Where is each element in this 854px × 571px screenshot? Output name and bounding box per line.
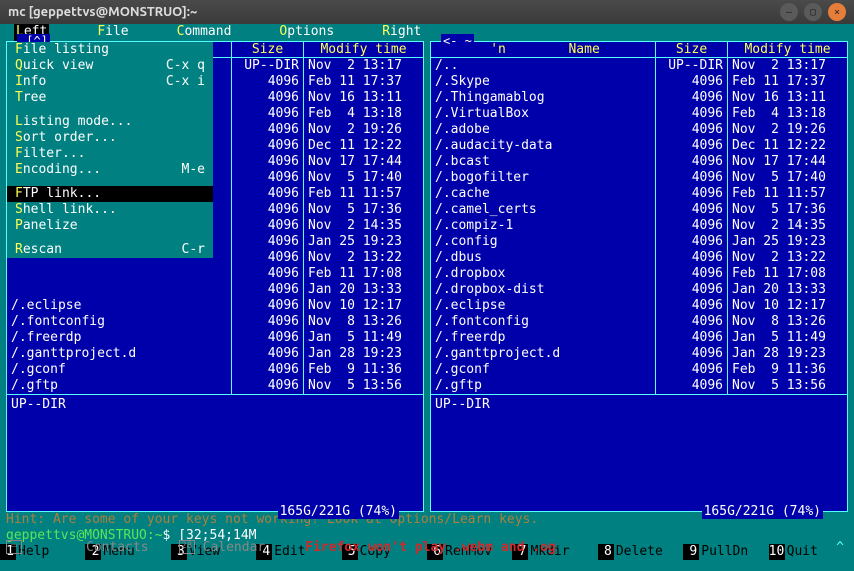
menu-item-file-listing[interactable]: File listing [7, 42, 213, 58]
menu-item-encoding-[interactable]: Encoding...M-e [7, 162, 213, 178]
menu-item-quick-view[interactable]: Quick viewC-x q [7, 58, 213, 74]
file-row[interactable]: /.gconf4096Feb 9 11:36 [7, 362, 423, 378]
calendar-icon: ▭ [6, 540, 22, 554]
calendar-day-icon: 28 [179, 540, 195, 554]
menu-item-shell-link-[interactable]: Shell link... [7, 202, 213, 218]
right-path: <- ~ [441, 34, 474, 48]
col-modify[interactable]: Modify time [727, 42, 847, 57]
file-row[interactable]: /.fontconfig4096Nov 8 13:26 [7, 314, 423, 330]
right-footer: UP--DIR [431, 394, 847, 428]
file-row[interactable]: /..UP--DIRNov 2 13:17 [431, 58, 847, 74]
scroll-up-icon[interactable]: ^ [832, 540, 848, 555]
col-size[interactable]: Size [655, 42, 727, 57]
file-row[interactable]: /.gconf4096Feb 9 11:36 [431, 362, 847, 378]
file-row[interactable]: /.gftp4096Nov 5 13:56 [431, 378, 847, 394]
task-calendar[interactable]: Calendar [203, 540, 266, 555]
menu-item-ftp-link-[interactable]: FTP link... [7, 186, 213, 202]
file-row[interactable]: 4096Jan 20 13:33 [7, 282, 423, 298]
right-disk: 165G/221G (74%) [702, 504, 823, 519]
file-row[interactable]: /.freerdp4096Jan 5 11:49 [431, 330, 847, 346]
menu-right[interactable]: Right [382, 24, 421, 41]
file-row[interactable]: /.bogofilter4096Nov 5 17:40 [431, 170, 847, 186]
menu-item-info[interactable]: InfoC-x i [7, 74, 213, 90]
terminal: LeftFileCommandOptionsRight .[^] Size Mo… [0, 24, 854, 571]
left-menu-dropdown[interactable]: File listingQuick viewC-x qInfoC-x iTree… [7, 42, 213, 258]
file-row[interactable]: /.audacity-data4096Dec 11 12:22 [431, 138, 847, 154]
menu-item-sort-order-[interactable]: Sort order... [7, 130, 213, 146]
task-contacts[interactable]: Contacts [86, 540, 149, 555]
right-header: 'n Name Size Modify time [431, 42, 847, 58]
col-modify[interactable]: Modify time [303, 42, 423, 57]
file-row[interactable]: /.bcast4096Nov 17 17:44 [431, 154, 847, 170]
menu-item-panelize[interactable]: Panelize [7, 218, 213, 234]
right-panel[interactable]: <- ~ 'n Name Size Modify time /..UP--DIR… [430, 41, 848, 512]
file-row[interactable]: /.camel_certs4096Nov 5 17:36 [431, 202, 847, 218]
file-row[interactable]: 4096Feb 11 17:08 [7, 266, 423, 282]
close-button[interactable]: × [828, 3, 846, 21]
menu-item-filter-[interactable]: Filter... [7, 146, 213, 162]
file-row[interactable]: /.cache4096Feb 11 11:57 [431, 186, 847, 202]
maximize-button[interactable]: ▢ [804, 3, 822, 21]
menu-item-tree[interactable]: Tree [7, 90, 213, 106]
menu-item-rescan[interactable]: RescanC-r [7, 242, 213, 258]
panels: .[^] Size Modify time UP--DIRNov 2 13:17… [0, 41, 854, 512]
left-disk: 165G/221G (74%) [278, 504, 399, 519]
file-row[interactable]: /.VirtualBox4096Feb 4 13:18 [431, 106, 847, 122]
file-row[interactable]: /.gftp4096Nov 5 13:56 [7, 378, 423, 394]
minimize-button[interactable]: — [780, 3, 798, 21]
file-row[interactable]: /.Thingamablog4096Nov 16 13:11 [431, 90, 847, 106]
left-panel[interactable]: .[^] Size Modify time UP--DIRNov 2 13:17… [6, 41, 424, 512]
taskbar-overlay: ▭ Contacts 28 Calendar Firefox won't pla… [0, 539, 854, 555]
file-row[interactable]: /.compiz-14096Nov 2 14:35 [431, 218, 847, 234]
file-row[interactable]: /.freerdp4096Jan 5 11:49 [7, 330, 423, 346]
file-row[interactable]: /.Skype4096Feb 11 17:37 [431, 74, 847, 90]
file-row[interactable]: /.dbus4096Nov 2 13:22 [431, 250, 847, 266]
right-rows[interactable]: /..UP--DIRNov 2 13:17/.Skype4096Feb 11 1… [431, 58, 847, 394]
file-row[interactable]: /.adobe4096Nov 2 19:26 [431, 122, 847, 138]
window-title: mc [geppettvs@MONSTRUO]:~ [8, 5, 774, 19]
task-firefox[interactable]: Firefox won't play .webm and .og [305, 540, 555, 555]
file-row[interactable]: /.ganttproject.d4096Jan 28 19:23 [431, 346, 847, 362]
menu-file[interactable]: File [97, 24, 128, 41]
menu-item-listing-mode-[interactable]: Listing mode... [7, 114, 213, 130]
menu-options[interactable]: Options [279, 24, 334, 41]
file-row[interactable]: /.eclipse4096Nov 10 12:17 [431, 298, 847, 314]
left-footer: UP--DIR [7, 394, 423, 428]
left-updir: UP--DIR [11, 397, 66, 412]
file-row[interactable]: /.fontconfig4096Nov 8 13:26 [431, 314, 847, 330]
menu-command[interactable]: Command [177, 24, 232, 41]
file-row[interactable]: /.eclipse4096Nov 10 12:17 [7, 298, 423, 314]
file-row[interactable]: /.dropbox-dist4096Jan 20 13:33 [431, 282, 847, 298]
file-row[interactable]: /.config4096Jan 25 19:23 [431, 234, 847, 250]
right-updir: UP--DIR [435, 397, 490, 412]
titlebar[interactable]: mc [geppettvs@MONSTRUO]:~ — ▢ × [0, 0, 854, 24]
file-row[interactable]: /.dropbox4096Feb 11 17:08 [431, 266, 847, 282]
col-size[interactable]: Size [231, 42, 303, 57]
menubar[interactable]: LeftFileCommandOptionsRight [0, 24, 854, 41]
file-row[interactable]: /.ganttproject.d4096Jan 28 19:23 [7, 346, 423, 362]
